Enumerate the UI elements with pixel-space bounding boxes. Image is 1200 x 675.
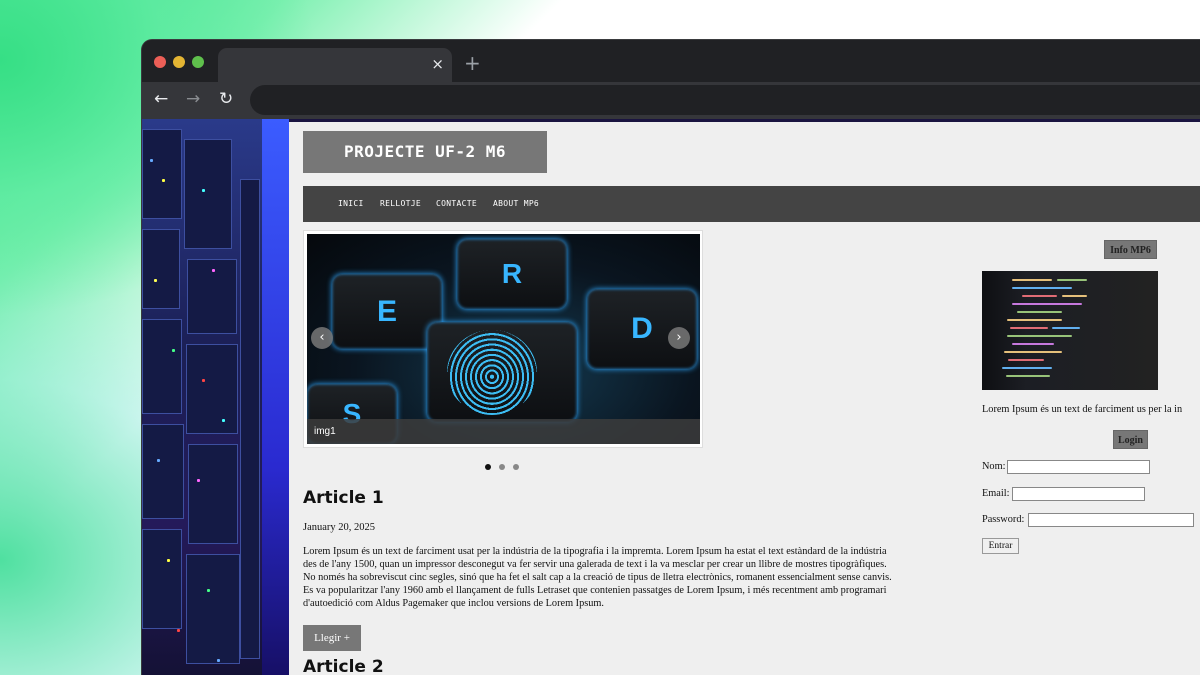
fingerprint-icon — [447, 330, 537, 415]
code-screen-image — [982, 271, 1158, 390]
rack-led — [217, 659, 220, 662]
email-input[interactable] — [1012, 487, 1145, 501]
tab-bar: × + — [142, 40, 1200, 82]
server-rack-background-image — [142, 119, 289, 675]
article-body: Lorem Ipsum és un text de farciment usat… — [303, 546, 892, 609]
code-line — [1012, 279, 1052, 281]
rack-unit — [142, 424, 184, 519]
rack-unit — [142, 529, 182, 629]
main-nav: INICI RELLOTJE CONTACTE ABOUT MP6 — [303, 186, 1200, 222]
rack-unit — [186, 554, 240, 664]
rack-led — [172, 349, 175, 352]
rack-led — [157, 459, 160, 462]
carousel-indicator-2[interactable] — [499, 464, 505, 470]
article-date: January 20, 2025 — [303, 522, 376, 533]
close-tab-icon[interactable]: × — [431, 54, 444, 74]
keyboard-key: R — [457, 239, 567, 309]
reload-icon[interactable]: ↻ — [219, 89, 233, 109]
code-line — [1004, 351, 1062, 353]
carousel-indicator-3[interactable] — [513, 464, 519, 470]
back-arrow-icon[interactable]: ← — [154, 89, 168, 109]
rack-led — [212, 269, 215, 272]
minimize-window-button[interactable] — [173, 56, 185, 68]
code-line — [1012, 303, 1082, 305]
rack-led — [202, 379, 205, 382]
rack-led — [177, 629, 180, 632]
info-mp6-heading: Info MP6 — [1104, 240, 1157, 259]
nav-item-contacte[interactable]: CONTACTE — [436, 186, 477, 222]
browser-toolbar: ← → ↻ — [142, 82, 1200, 119]
code-line — [1007, 319, 1062, 321]
code-line — [1008, 359, 1044, 361]
nom-label: Nom: — [982, 461, 1006, 472]
code-line — [1006, 375, 1050, 377]
code-line — [1010, 327, 1048, 329]
page-viewport: PROJECTE UF-2 M6 INICI RELLOTJE CONTACTE… — [142, 119, 1200, 675]
rack-unit — [142, 129, 182, 219]
nav-item-rellotje[interactable]: RELLOTJE — [380, 186, 421, 222]
nom-input[interactable] — [1007, 460, 1150, 474]
rack-led — [202, 189, 205, 192]
rack-led — [154, 279, 157, 282]
code-line — [1017, 311, 1062, 313]
read-more-button[interactable]: Llegir + — [303, 625, 361, 651]
maximize-window-button[interactable] — [192, 56, 204, 68]
code-line — [1002, 367, 1052, 369]
carousel-prev-icon[interactable]: ‹ — [311, 327, 333, 349]
web-page: PROJECTE UF-2 M6 INICI RELLOTJE CONTACTE… — [289, 122, 1200, 675]
login-heading: Login — [1113, 430, 1148, 449]
article-title: Article 1 — [303, 488, 384, 508]
rack-unit — [184, 139, 232, 249]
code-line — [1062, 295, 1087, 297]
rack-led — [222, 419, 225, 422]
rack-led — [197, 479, 200, 482]
carousel-indicator-1[interactable] — [485, 464, 491, 470]
code-line — [1057, 279, 1087, 281]
carousel-caption: img1 — [307, 419, 700, 444]
code-line — [1012, 287, 1072, 289]
rack-led — [162, 179, 165, 182]
info-mp6-text: Lorem Ipsum és un text de farciment us p… — [982, 404, 1183, 415]
close-window-button[interactable] — [154, 56, 166, 68]
site-title: PROJECTE UF-2 M6 — [303, 131, 547, 173]
code-line — [1012, 343, 1054, 345]
browser-tab[interactable]: × — [218, 48, 452, 82]
blue-light-strip — [262, 119, 289, 675]
rack-led — [207, 589, 210, 592]
rack-unit — [186, 344, 238, 434]
carousel-indicators — [485, 457, 527, 475]
code-line — [1052, 327, 1080, 329]
rack-unit — [142, 319, 182, 414]
forward-arrow-icon[interactable]: → — [186, 89, 200, 109]
code-line — [1022, 295, 1057, 297]
rack-unit — [240, 179, 260, 659]
carousel-next-icon[interactable]: › — [668, 327, 690, 349]
browser-window: × + ← → ↻ PROJECTE UF-2 M6 INICI RELLOTJ… — [142, 40, 1200, 675]
carousel-slide-image: E R D S img1 — [307, 234, 700, 444]
keyboard-key: E — [332, 274, 442, 349]
address-bar[interactable] — [250, 85, 1200, 115]
rack-led — [167, 559, 170, 562]
image-carousel: E R D S img1 ‹ › — [303, 230, 703, 448]
password-input[interactable] — [1028, 513, 1194, 527]
email-label: Email: — [982, 488, 1010, 499]
nav-item-about-mp6[interactable]: ABOUT MP6 — [493, 186, 539, 222]
nav-item-inici[interactable]: INICI — [338, 186, 364, 222]
article-title: Article 2 — [303, 657, 384, 675]
new-tab-icon[interactable]: + — [464, 52, 481, 74]
rack-unit — [142, 229, 180, 309]
password-label: Password: — [982, 514, 1025, 525]
code-line — [1007, 335, 1072, 337]
rack-unit — [188, 444, 238, 544]
entrar-button[interactable]: Entrar — [982, 538, 1019, 554]
rack-led — [150, 159, 153, 162]
